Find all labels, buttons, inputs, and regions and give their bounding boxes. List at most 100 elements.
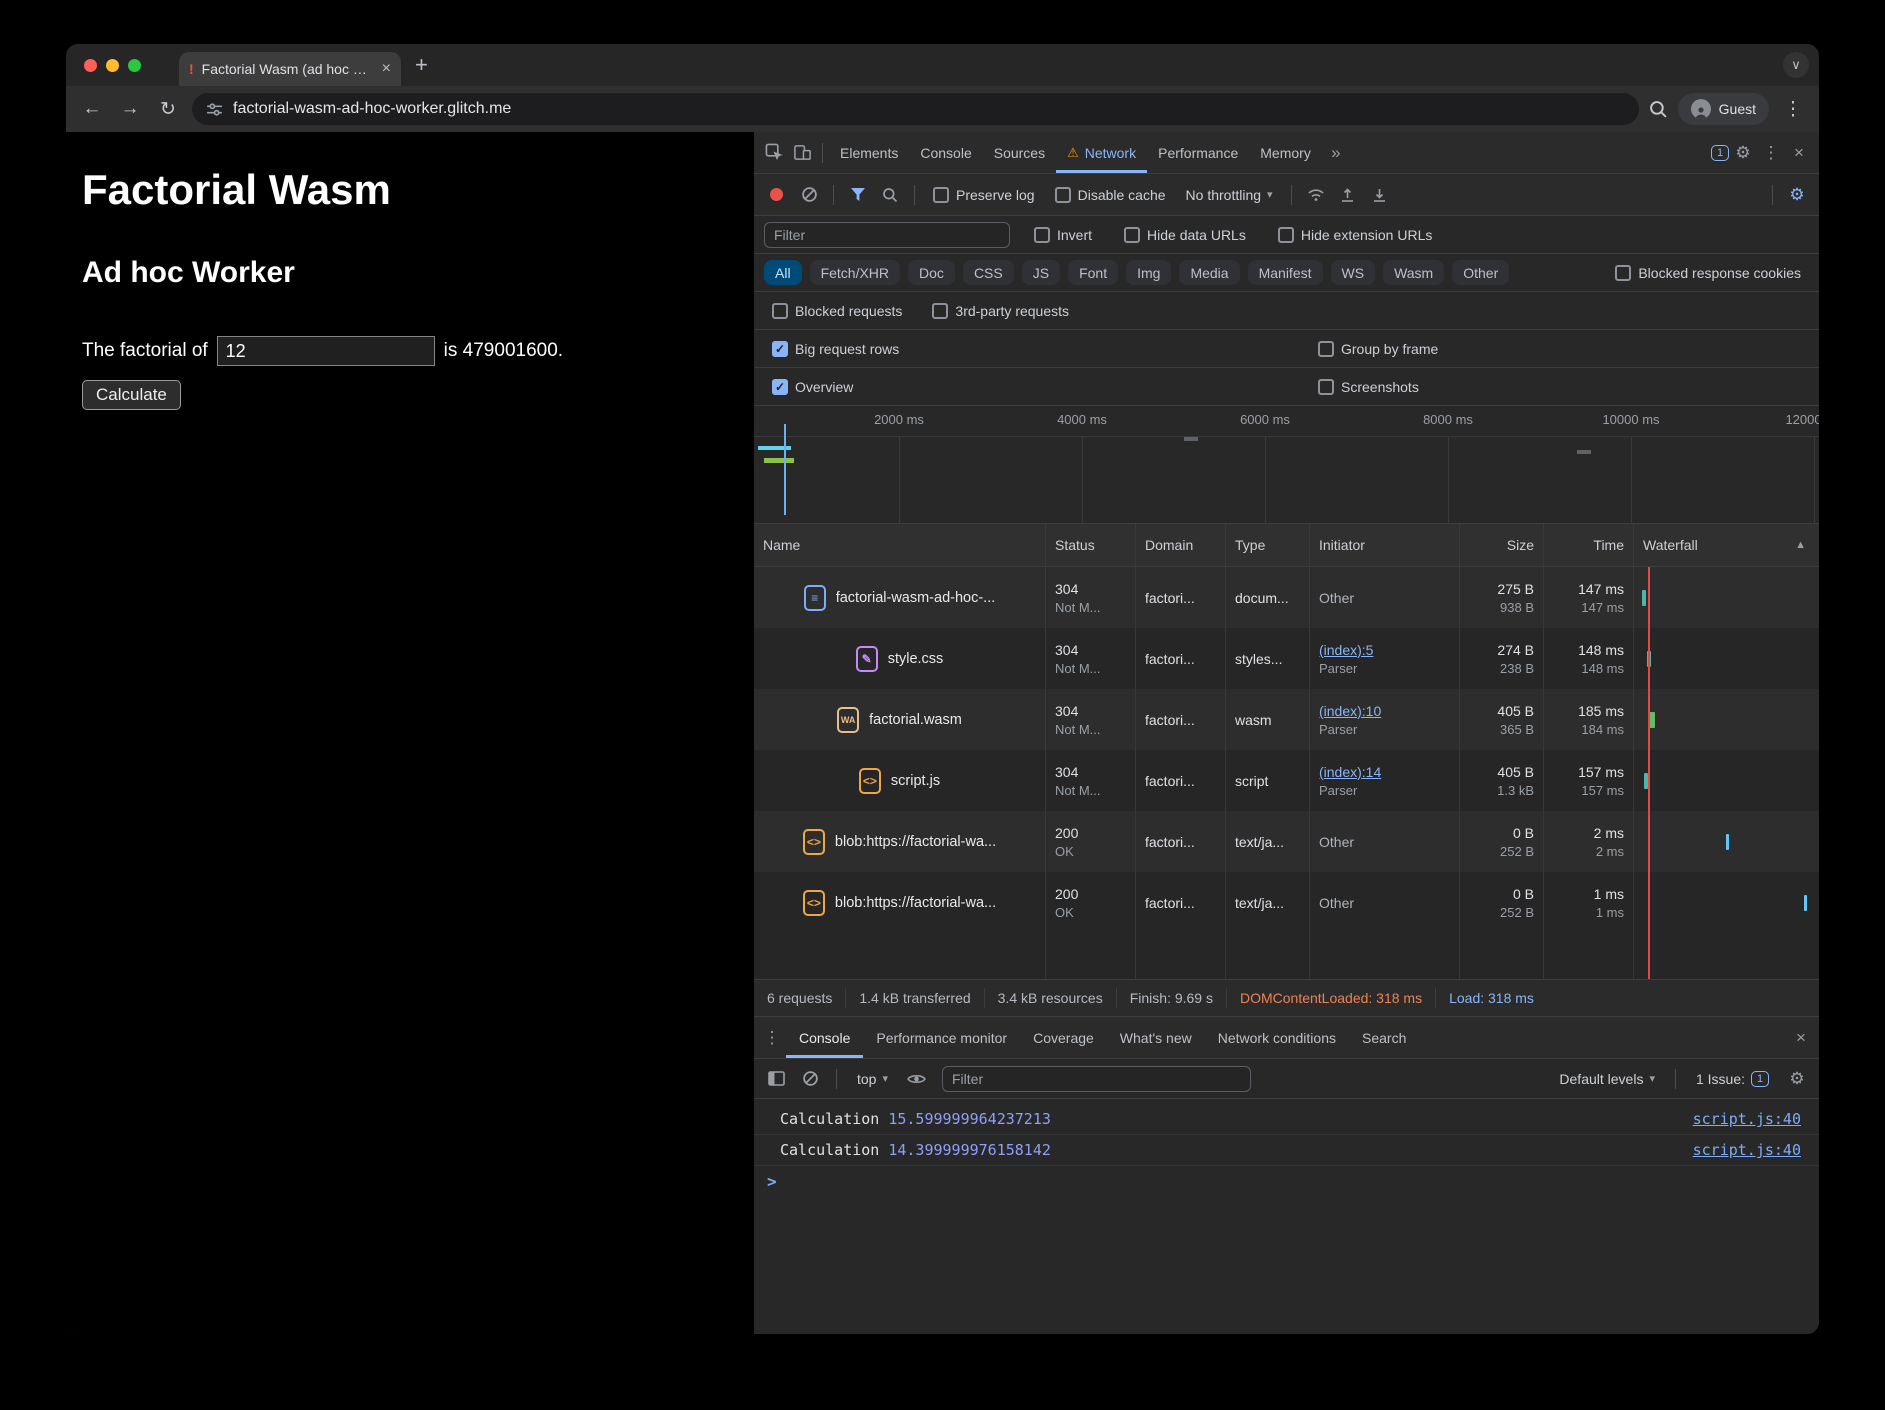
request-name-cell[interactable]: <> blob:https://factorial-wa...	[754, 872, 1046, 933]
tab-console[interactable]: Console	[909, 132, 982, 173]
disable-cache-checkbox[interactable]: Disable cache	[1055, 187, 1166, 203]
header-waterfall[interactable]: Waterfall ▲	[1634, 524, 1819, 566]
screenshots-checkbox[interactable]: Screenshots	[1318, 379, 1801, 395]
filter-chip-manifest[interactable]: Manifest	[1248, 260, 1323, 285]
new-tab-button[interactable]: +	[415, 54, 428, 76]
request-row[interactable]: <> blob:https://factorial-wa... 200OK fa…	[754, 811, 1819, 872]
drawer-close-icon[interactable]: ×	[1787, 1024, 1815, 1052]
close-window-button[interactable]	[84, 59, 97, 72]
factorial-input[interactable]	[217, 336, 435, 366]
devtools-settings-icon[interactable]: ⚙	[1729, 139, 1757, 167]
tab-search-button[interactable]: ∨	[1783, 52, 1809, 78]
live-expression-eye-icon[interactable]	[902, 1065, 930, 1093]
invert-checkbox[interactable]: Invert	[1034, 227, 1092, 243]
checkbox[interactable]	[772, 303, 788, 319]
fullscreen-window-button[interactable]	[128, 59, 141, 72]
hide-extension-urls-checkbox[interactable]: Hide extension URLs	[1278, 227, 1433, 243]
console-prompt[interactable]: >	[754, 1166, 1819, 1197]
filter-chip-fetch-xhr[interactable]: Fetch/XHR	[810, 260, 900, 285]
issues-icon[interactable]: 1	[1711, 145, 1729, 161]
filter-chip-doc[interactable]: Doc	[908, 260, 955, 285]
drawer-tab-console[interactable]: Console	[786, 1017, 863, 1058]
clear-network-log-icon[interactable]	[795, 181, 823, 209]
browser-menu-icon[interactable]: ⋮	[1779, 98, 1807, 121]
request-name-cell[interactable]: ✎ style.css	[754, 628, 1046, 689]
zoom-icon[interactable]	[1649, 100, 1668, 119]
third-party-requests-checkbox[interactable]: 3rd-party requests	[932, 303, 1069, 319]
record-network-log-button[interactable]	[770, 188, 783, 201]
device-toolbar-icon[interactable]	[788, 139, 816, 167]
checkbox[interactable]	[1318, 341, 1334, 357]
initiator-link[interactable]: (index):14	[1319, 764, 1450, 780]
header-initiator[interactable]: Initiator	[1310, 524, 1460, 566]
blocked-requests-checkbox[interactable]: Blocked requests	[772, 303, 902, 319]
drawer-tab-search[interactable]: Search	[1349, 1017, 1419, 1058]
checkbox[interactable]	[1278, 227, 1294, 243]
import-har-icon[interactable]	[1334, 181, 1362, 209]
tab-network[interactable]: ⚠ Network	[1056, 132, 1147, 173]
header-size[interactable]: Size	[1460, 524, 1544, 566]
request-name-cell[interactable]: ≡ factorial-wasm-ad-hoc-...	[754, 567, 1046, 628]
source-link[interactable]: script.js:40	[1693, 1110, 1801, 1128]
clear-console-icon[interactable]	[796, 1065, 824, 1093]
initiator-link[interactable]: (index):10	[1319, 703, 1450, 719]
request-row[interactable]: ≡ factorial-wasm-ad-hoc-... 304Not M... …	[754, 567, 1819, 628]
more-tabs-icon[interactable]: »	[1322, 139, 1350, 167]
requests-table-header[interactable]: Name Status Domain Type Initiator Size T…	[754, 524, 1819, 567]
export-har-icon[interactable]	[1366, 181, 1394, 209]
tab-memory[interactable]: Memory	[1249, 132, 1322, 173]
request-row[interactable]: ✎ style.css 304Not M... factori... style…	[754, 628, 1819, 689]
filter-chip-ws[interactable]: WS	[1331, 260, 1376, 285]
checkbox[interactable]	[1615, 265, 1631, 281]
log-levels-dropdown[interactable]: Default levels ▾	[1559, 1071, 1655, 1087]
group-by-frame-checkbox[interactable]: Group by frame	[1318, 341, 1801, 357]
source-link[interactable]: script.js:40	[1693, 1141, 1801, 1159]
header-status[interactable]: Status	[1046, 524, 1136, 566]
request-name-cell[interactable]: <> blob:https://factorial-wa...	[754, 811, 1046, 872]
address-bar[interactable]: factorial-wasm-ad-hoc-worker.glitch.me	[192, 93, 1639, 125]
drawer-tab-performance-monitor[interactable]: Performance monitor	[863, 1017, 1020, 1058]
filter-funnel-icon[interactable]	[844, 181, 872, 209]
network-search-icon[interactable]	[876, 181, 904, 209]
blocked-response-cookies-checkbox[interactable]: Blocked response cookies	[1615, 265, 1801, 281]
tab-elements[interactable]: Elements	[829, 132, 909, 173]
hide-data-urls-checkbox[interactable]: Hide data URLs	[1124, 227, 1246, 243]
network-filter-input[interactable]	[764, 222, 1010, 248]
filter-chip-css[interactable]: CSS	[963, 260, 1014, 285]
site-settings-icon[interactable]	[206, 101, 223, 118]
filter-chip-wasm[interactable]: Wasm	[1383, 260, 1444, 285]
big-request-rows-checkbox[interactable]: ✓ Big request rows	[772, 341, 1302, 357]
checkbox[interactable]	[1318, 379, 1334, 395]
network-overview-timeline[interactable]: 2000 ms 4000 ms 6000 ms 8000 ms 10000 ms…	[754, 406, 1819, 524]
console-filter-input[interactable]	[942, 1066, 1251, 1092]
checkbox[interactable]	[1055, 187, 1071, 203]
calculate-button[interactable]: Calculate	[82, 380, 181, 410]
initiator-link[interactable]: (index):5	[1319, 642, 1450, 658]
console-settings-icon[interactable]: ⚙	[1783, 1065, 1811, 1093]
overview-checkbox[interactable]: ✓ Overview	[772, 379, 1302, 395]
drawer-tab-coverage[interactable]: Coverage	[1020, 1017, 1107, 1058]
drawer-menu-icon[interactable]: ⋮	[758, 1024, 786, 1052]
checkbox-checked[interactable]: ✓	[772, 379, 788, 395]
header-domain[interactable]: Domain	[1136, 524, 1226, 566]
console-sidebar-icon[interactable]	[762, 1065, 790, 1093]
filter-chip-other[interactable]: Other	[1452, 260, 1509, 285]
network-conditions-icon[interactable]	[1302, 181, 1330, 209]
checkbox-checked[interactable]: ✓	[772, 341, 788, 357]
checkbox[interactable]	[1124, 227, 1140, 243]
checkbox[interactable]	[932, 303, 948, 319]
request-row[interactable]: <> script.js 304Not M... factori... scri…	[754, 750, 1819, 811]
preserve-log-checkbox[interactable]: Preserve log	[933, 187, 1035, 203]
issues-counter[interactable]: 1 Issue: 1	[1696, 1071, 1769, 1087]
header-name[interactable]: Name	[754, 524, 1046, 566]
filter-chip-font[interactable]: Font	[1068, 260, 1118, 285]
request-row[interactable]: <> blob:https://factorial-wa... 200OK fa…	[754, 872, 1819, 933]
throttling-dropdown[interactable]: No throttling ▾	[1186, 187, 1273, 203]
filter-chip-media[interactable]: Media	[1179, 260, 1239, 285]
inspect-element-icon[interactable]	[760, 139, 788, 167]
back-button[interactable]: ←	[78, 98, 106, 120]
profile-button[interactable]: Guest	[1678, 93, 1769, 125]
request-name-cell[interactable]: <> script.js	[754, 750, 1046, 811]
reload-button[interactable]: ↻	[154, 98, 182, 121]
javascript-context-dropdown[interactable]: top ▾	[857, 1071, 888, 1087]
